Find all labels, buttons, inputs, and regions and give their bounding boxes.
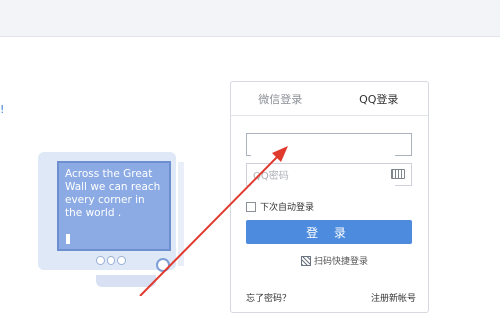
tab-wechat-login[interactable]: 微信登录 — [231, 82, 330, 115]
remember-checkbox[interactable] — [246, 201, 256, 212]
monitor-dot — [117, 256, 127, 265]
register-link[interactable]: 注册新帐号 — [371, 291, 416, 304]
account-input[interactable] — [251, 135, 395, 158]
monitor-knob-icon — [156, 258, 170, 272]
monitor-illustration: Across the Great Wall we can reach every… — [38, 152, 178, 287]
keyboard-icon[interactable] — [391, 169, 405, 179]
qr-login-link[interactable]: 扫码快捷登录 — [301, 254, 368, 267]
monitor-dot — [96, 256, 105, 265]
bottom-links: 忘了密码？ 注册新帐号 — [246, 291, 416, 304]
monitor-dot — [106, 256, 116, 265]
text-cursor — [66, 234, 70, 244]
remember-label: 下次自动登录 — [260, 203, 315, 213]
account-field[interactable] — [246, 133, 412, 158]
monitor-side — [178, 162, 184, 266]
screen-text: Across the Great Wall we can reach every… — [65, 168, 161, 219]
qr-login-label: 扫码快捷登录 — [314, 257, 369, 267]
monitor-stand — [96, 275, 156, 287]
remember-row[interactable]: 下次自动登录 — [246, 200, 314, 213]
forgot-password-link[interactable]: 忘了密码？ — [246, 291, 291, 304]
login-tabs: 微信登录 QQ登录 — [231, 82, 428, 116]
tab-qq-login[interactable]: QQ登录 — [330, 82, 429, 115]
password-input[interactable] — [251, 165, 395, 188]
top-bar — [0, 0, 500, 37]
login-panel: 微信登录 QQ登录 下次自动登录 登 录 扫码快捷登录 忘了密码？ 注册新帐号 — [230, 81, 429, 313]
monitor-screen: Across the Great Wall we can reach every… — [57, 161, 171, 251]
monitor-buttons — [96, 256, 127, 265]
password-field[interactable] — [246, 163, 412, 188]
login-button[interactable]: 登 录 — [246, 220, 412, 244]
edge-text: ! — [0, 103, 5, 116]
qr-code-icon — [301, 255, 311, 266]
